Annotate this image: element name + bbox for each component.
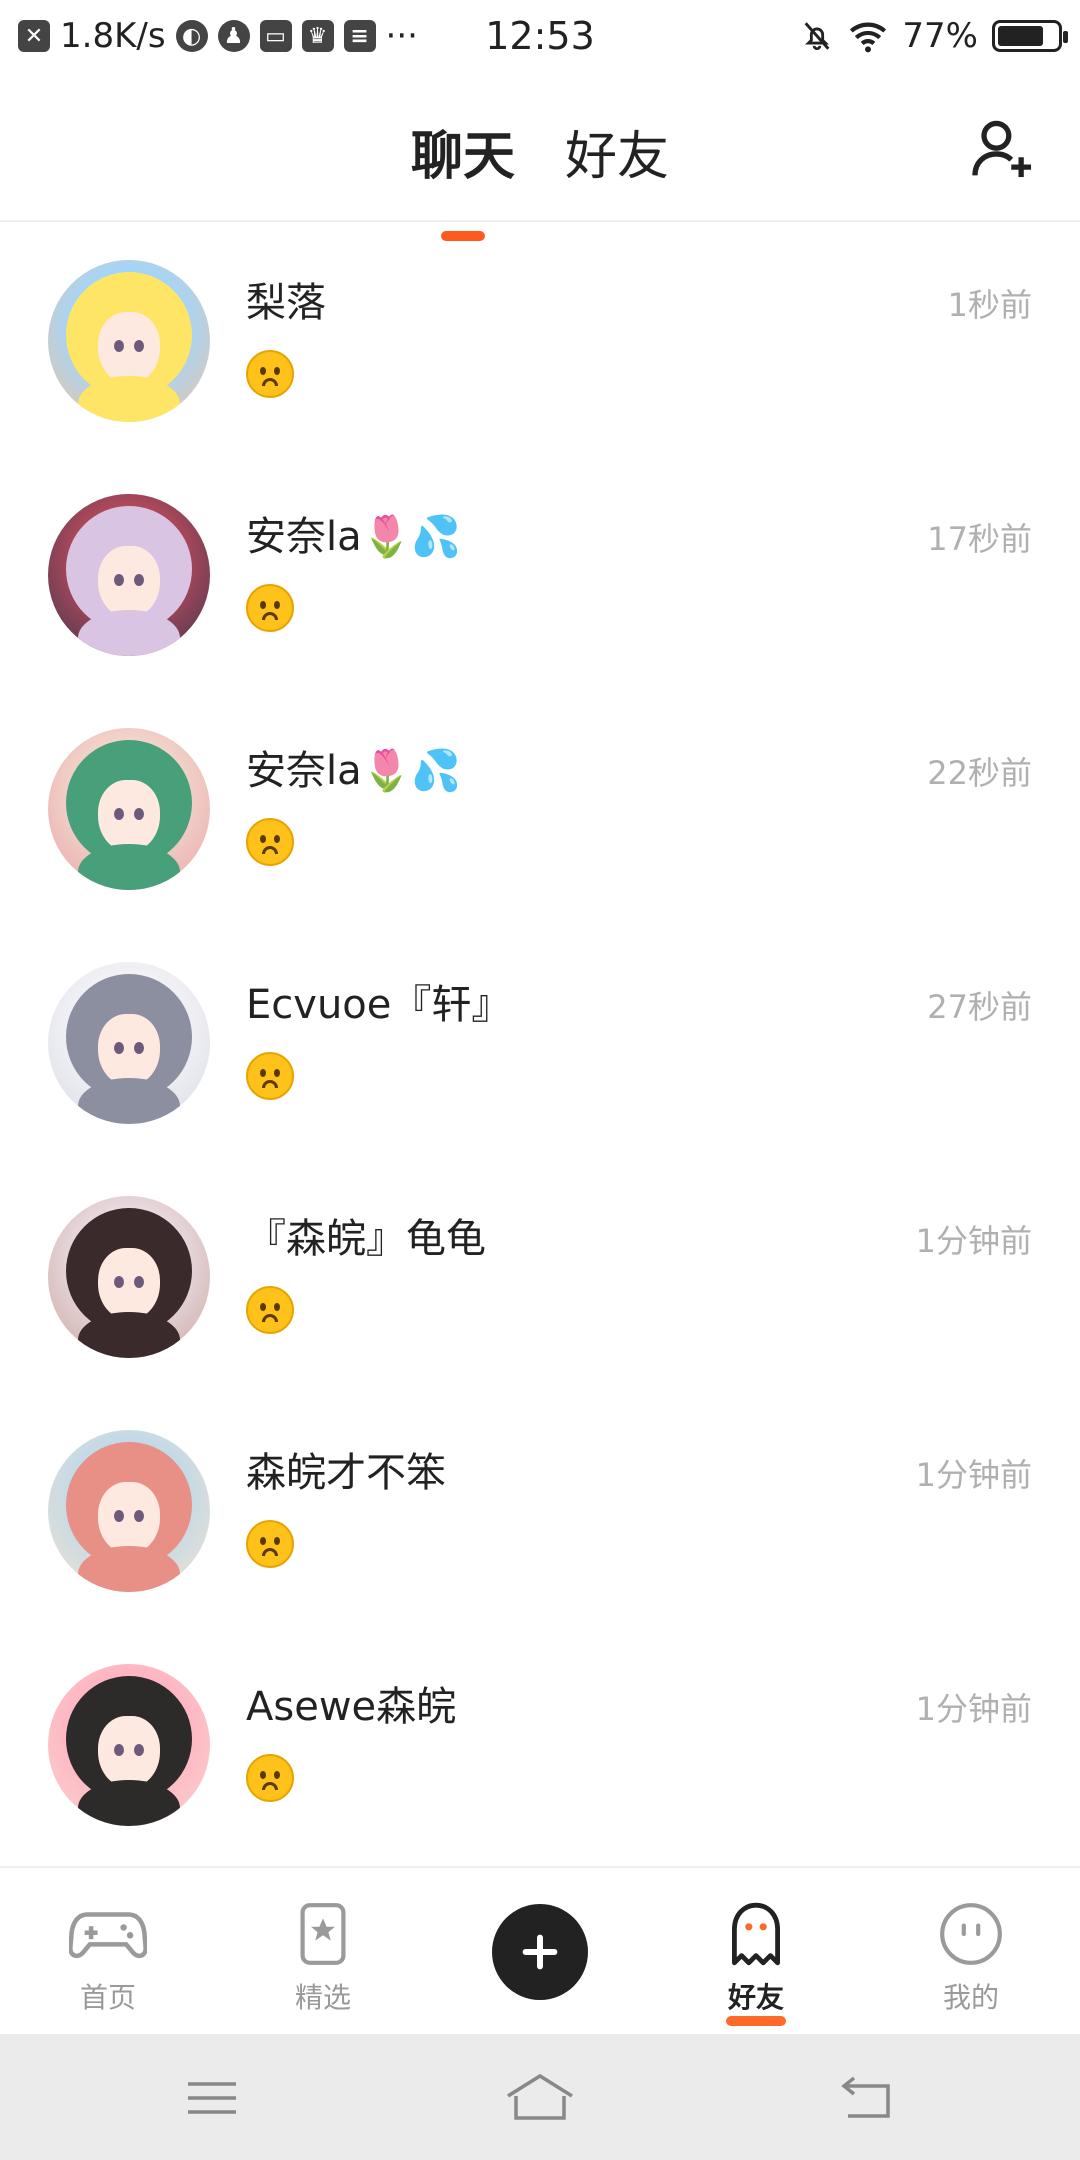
back-icon[interactable] (838, 2070, 898, 2126)
inbox-icon: ▭ (259, 20, 292, 52)
battery-icon (992, 20, 1068, 52)
chat-name: 梨落 (246, 280, 326, 326)
worried-face-icon (246, 1286, 294, 1334)
chat-name: 森皖才不笨 (246, 1450, 446, 1496)
chat-item[interactable]: 梨落 1秒前 (0, 224, 1080, 458)
crown-icon: ♛ (301, 20, 334, 52)
chat-item[interactable]: 森皖才不笨 1分钟前 (0, 1394, 1080, 1628)
status-left: ✕ 1.8K/s ◐ ♟ ▭ ♛ ≡ ··· (18, 16, 418, 56)
top-header: 聊天 好友 (0, 72, 1080, 241)
nav-friends[interactable]: 好友 (676, 1898, 836, 2026)
smiley-icon (940, 1903, 1002, 1965)
avatar[interactable] (48, 962, 210, 1124)
qq-penguin-icon: ♟ (217, 20, 250, 52)
tab-chat-label: 聊天 (410, 127, 515, 187)
avatar[interactable] (48, 1430, 210, 1592)
nav-home-label: 首页 (79, 1981, 136, 2014)
chat-item[interactable]: Asewe森皖 1分钟前 (0, 1628, 1080, 1862)
database-icon: ≡ (343, 20, 376, 52)
nav-friends-label: 好友 (727, 1981, 784, 2014)
worried-face-icon (246, 1754, 294, 1802)
close-notification-icon: ✕ (18, 20, 50, 52)
chat-list: 梨落 1秒前 安奈la🌷💦 17秒前 安奈la🌷💦 22秒前 Ecvuoe『轩』… (0, 224, 1080, 1862)
menu-icon[interactable] (182, 2070, 242, 2126)
nav-me-label: 我的 (942, 1981, 999, 2014)
avatar[interactable] (48, 1196, 210, 1358)
ghost-icon (732, 1902, 780, 1966)
chat-name: 安奈la🌷💦 (246, 514, 462, 560)
network-speed: 1.8K/s (60, 16, 166, 56)
chat-item[interactable]: Ecvuoe『轩』 27秒前 (0, 926, 1080, 1160)
nav-me[interactable]: 我的 (891, 1898, 1051, 2016)
bookmark-star-icon (300, 1903, 346, 1965)
chat-time: 1分钟前 (915, 1456, 1032, 1494)
avatar[interactable] (48, 1664, 210, 1826)
mute-bell-icon (805, 22, 830, 51)
gamepad-icon (69, 1912, 147, 1959)
wifi-icon (850, 22, 887, 53)
tab-chat[interactable]: 聊天 (410, 114, 515, 241)
chat-time: 17秒前 (927, 520, 1032, 558)
battery-level (998, 26, 1043, 46)
worried-face-icon (246, 350, 294, 398)
chat-name: Ecvuoe『轩』 (246, 982, 512, 1028)
more-notifications-icon: ··· (385, 16, 418, 56)
create-plus-button[interactable] (492, 1904, 588, 2000)
tab-friends-label: 好友 (565, 127, 670, 187)
worried-face-icon (246, 584, 294, 632)
nav-featured-label: 精选 (294, 1981, 351, 2014)
worried-face-icon (246, 1520, 294, 1568)
bottom-nav: 首页 精选 好友 我的 (0, 1866, 1080, 2034)
system-nav-bar (0, 2034, 1080, 2160)
add-friend-icon[interactable] (970, 116, 1036, 182)
chat-time: 22秒前 (927, 754, 1032, 792)
status-bar: ✕ 1.8K/s ◐ ♟ ▭ ♛ ≡ ··· 12:53 77% (0, 0, 1080, 72)
worried-face-icon (246, 818, 294, 866)
chat-name: 『森皖』龟龟 (246, 1216, 486, 1262)
chat-time: 27秒前 (927, 988, 1032, 1026)
chat-screen: ✕ 1.8K/s ◐ ♟ ▭ ♛ ≡ ··· 12:53 77% 聊天 好友 梨… (0, 0, 1080, 2160)
avatar[interactable] (48, 494, 210, 656)
planet-app-icon: ◐ (175, 20, 208, 52)
chat-time: 1分钟前 (915, 1222, 1032, 1260)
chat-item[interactable]: 安奈la🌷💦 22秒前 (0, 692, 1080, 926)
status-right: 77% (800, 16, 1068, 56)
plus-icon (522, 1934, 558, 1970)
chat-item[interactable]: 『森皖』龟龟 1分钟前 (0, 1160, 1080, 1394)
worried-face-icon (246, 1052, 294, 1100)
top-tabs: 聊天 好友 (0, 114, 1080, 241)
battery-percent: 77% (902, 16, 978, 56)
avatar[interactable] (48, 728, 210, 890)
tab-friends[interactable]: 好友 (565, 114, 669, 189)
chat-time: 1秒前 (947, 286, 1032, 324)
chat-name: Asewe森皖 (246, 1684, 457, 1730)
chat-item[interactable]: 安奈la🌷💦 17秒前 (0, 458, 1080, 692)
nav-featured[interactable]: 精选 (243, 1898, 403, 2016)
chat-time: 1分钟前 (915, 1690, 1032, 1728)
avatar[interactable] (48, 260, 210, 422)
home-icon[interactable] (504, 2070, 576, 2126)
active-nav-indicator (726, 2016, 786, 2026)
nav-home[interactable]: 首页 (28, 1898, 188, 2016)
chat-name: 安奈la🌷💦 (246, 748, 462, 794)
